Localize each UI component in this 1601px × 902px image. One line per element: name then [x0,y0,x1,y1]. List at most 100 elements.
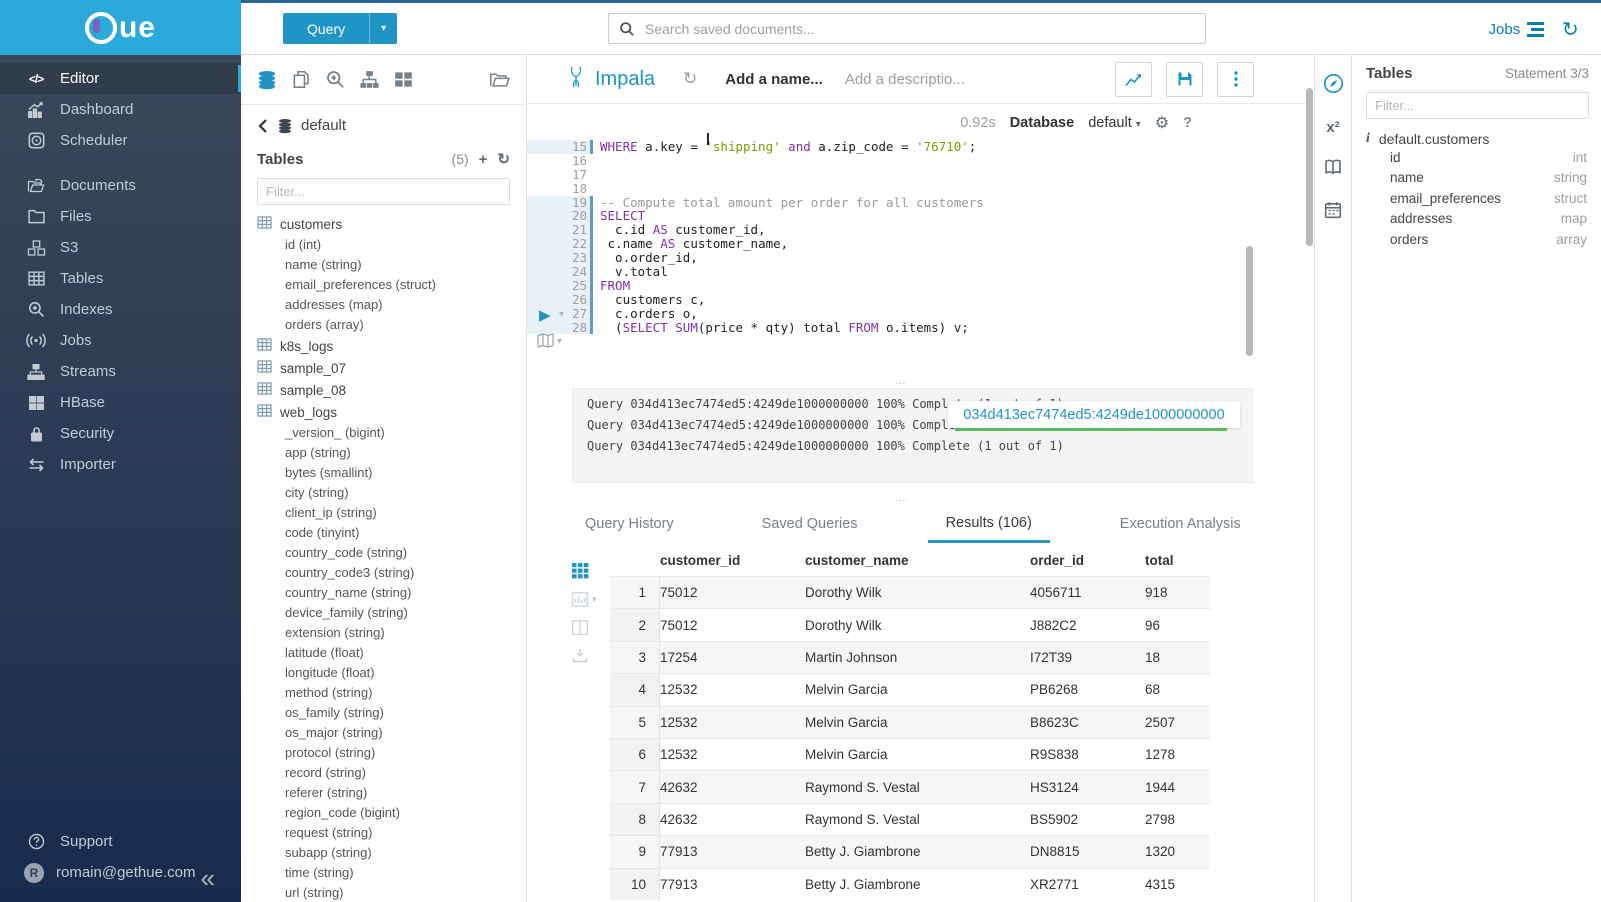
column-header[interactable]: customer_id [660,545,805,576]
right-column-item[interactable]: addressesmap [1366,209,1589,230]
column-tree-item[interactable]: subapp (string) [257,843,510,863]
sidebar-item-editor[interactable]: </>Editor [0,63,241,94]
resize-handle-top[interactable]: … [895,375,908,387]
code-editor[interactable]: 1516171819202122232425262728 WHERE a.key… [527,140,984,334]
column-header[interactable]: order_id [1030,545,1145,576]
database-name[interactable]: default [301,117,346,134]
run-options-caret-icon[interactable]: ▾ [559,309,564,320]
hue-logo[interactable]: ue [85,11,156,45]
schedule-calendar-icon[interactable] [1324,201,1342,222]
sitemap-icon[interactable] [360,70,379,89]
column-tree-item[interactable]: bytes (smallint) [257,463,510,483]
grid-view-icon[interactable] [572,563,589,579]
zoom-in-icon[interactable] [326,70,345,89]
column-tree-item[interactable]: request (string) [257,823,510,843]
column-tree-item[interactable]: os_family (string) [257,703,510,723]
column-tree-item[interactable]: protocol (string) [257,743,510,763]
chart-view-icon[interactable]: ▾ [572,592,597,607]
search-input[interactable] [643,20,1205,38]
code-lines[interactable]: WHERE a.key = 'shipping' and a.zip_code … [593,140,984,334]
info-icon[interactable]: i [1366,131,1370,147]
more-button[interactable] [1217,62,1254,97]
column-tree-item[interactable]: record (string) [257,763,510,783]
add-table-icon[interactable]: + [479,151,488,168]
help-icon[interactable]: ? [1183,115,1192,131]
statement-map-icon[interactable] [537,333,554,351]
tab-execution-analysis[interactable]: Execution Analysis [1102,505,1259,543]
editor-history-icon[interactable]: ↺ [683,69,697,89]
statement-caret-icon[interactable]: ▾ [557,336,562,347]
run-query-button[interactable]: ▶ [539,306,551,324]
column-tree-item[interactable]: latitude (float) [257,643,510,663]
database-select[interactable]: default ▾ [1088,115,1141,131]
column-tree-item[interactable]: country_code (string) [257,543,510,563]
sidebar-item-files[interactable]: Files [0,201,241,232]
query-button[interactable]: Query ▾ [283,13,397,44]
jobs-link[interactable]: Jobs [1489,21,1545,38]
column-tree-item[interactable]: longitude (float) [257,663,510,683]
apps-icon[interactable] [394,70,413,89]
resize-handle-bottom[interactable]: … [895,492,908,504]
column-tree-item[interactable]: time (string) [257,863,510,883]
query-description-input[interactable]: Add a descriptio... [845,71,965,88]
sidebar-item-streams[interactable]: Streams [0,356,241,387]
column-tree-item[interactable]: name (string) [257,255,510,275]
table-tree-item[interactable]: web_logs [257,401,510,423]
column-header[interactable]: total [1145,545,1210,576]
chart-button[interactable] [1115,62,1152,97]
right-column-item[interactable]: namestring [1366,168,1589,189]
settings-gear-icon[interactable]: ⚙ [1155,113,1169,133]
column-tree-item[interactable]: orders (array) [257,315,510,335]
support-link[interactable]: Support [0,826,241,857]
query-history-icon[interactable]: ↺ [1562,17,1579,42]
panel-scrollbar[interactable] [1306,88,1313,246]
editor-scrollbar[interactable] [1246,246,1253,356]
column-tree-item[interactable]: url (string) [257,883,510,902]
documents-copy-icon[interactable] [292,70,311,89]
sidebar-item-security[interactable]: Security [0,418,241,449]
sidebar-item-hbase[interactable]: HBase [0,387,241,418]
column-tree-item[interactable]: country_code3 (string) [257,563,510,583]
column-tree-item[interactable]: email_preferences (struct) [257,275,510,295]
column-tree-item[interactable]: client_ip (string) [257,503,510,523]
column-tree-item[interactable]: os_major (string) [257,723,510,743]
right-column-item[interactable]: email_preferencesstruct [1366,188,1589,209]
right-filter-input[interactable] [1366,92,1589,119]
table-tree-item[interactable]: sample_08 [257,379,510,401]
table-row[interactable]: 512532Melvin GarciaB8623C2507 [610,706,1210,738]
column-tree-item[interactable]: app (string) [257,443,510,463]
table-row[interactable]: 977913Betty J. GiambroneDN88151320 [610,835,1210,867]
table-row[interactable]: 612532Melvin GarciaR9S8381278 [610,738,1210,770]
sidebar-item-s3[interactable]: S3 [0,232,241,263]
tab-query-history[interactable]: Query History [567,505,692,543]
table-tree-item[interactable]: k8s_logs [257,335,510,357]
column-tree-item[interactable]: id (int) [257,235,510,255]
right-column-item[interactable]: ordersarray [1366,229,1589,250]
table-tree-item[interactable]: sample_07 [257,357,510,379]
table-row[interactable]: 1077913Betty J. GiambroneXR27714315 [610,868,1210,900]
sidebar-item-dashboard[interactable]: Dashboard [0,94,241,125]
sidebar-item-scheduler[interactable]: Scheduler [0,125,241,156]
back-chevron-icon[interactable] [257,119,269,133]
open-folder-icon[interactable] [489,70,510,89]
query-dropdown-caret-icon[interactable]: ▾ [369,13,397,44]
column-tree-item[interactable]: device_family (string) [257,603,510,623]
column-tree-item[interactable]: method (string) [257,683,510,703]
collapse-sidebar-icon[interactable]: « [201,868,215,888]
sidebar-item-indexes[interactable]: Indexes [0,294,241,325]
functions-icon[interactable]: x² [1326,119,1339,136]
sidebar-item-documents[interactable]: Documents [0,170,241,201]
active-table-row[interactable]: i default.customers [1366,131,1589,147]
sidebar-item-tables[interactable]: Tables [0,263,241,294]
sidebar-item-jobs[interactable]: Jobs [0,325,241,356]
query-name-input[interactable]: Add a name... [725,71,823,88]
column-tree-item[interactable]: extension (string) [257,623,510,643]
table-tree-item[interactable]: customers [257,213,510,235]
tab-saved-queries[interactable]: Saved Queries [744,505,876,543]
assistant-compass-icon[interactable] [1323,73,1344,97]
column-tree-item[interactable]: city (string) [257,483,510,503]
table-row[interactable]: 275012Dorothy WilkJ882C296 [610,608,1210,640]
save-button[interactable] [1166,62,1203,97]
column-tree-item[interactable]: addresses (map) [257,295,510,315]
table-row[interactable]: 742632Raymond S. VestalHS31241944 [610,770,1210,802]
